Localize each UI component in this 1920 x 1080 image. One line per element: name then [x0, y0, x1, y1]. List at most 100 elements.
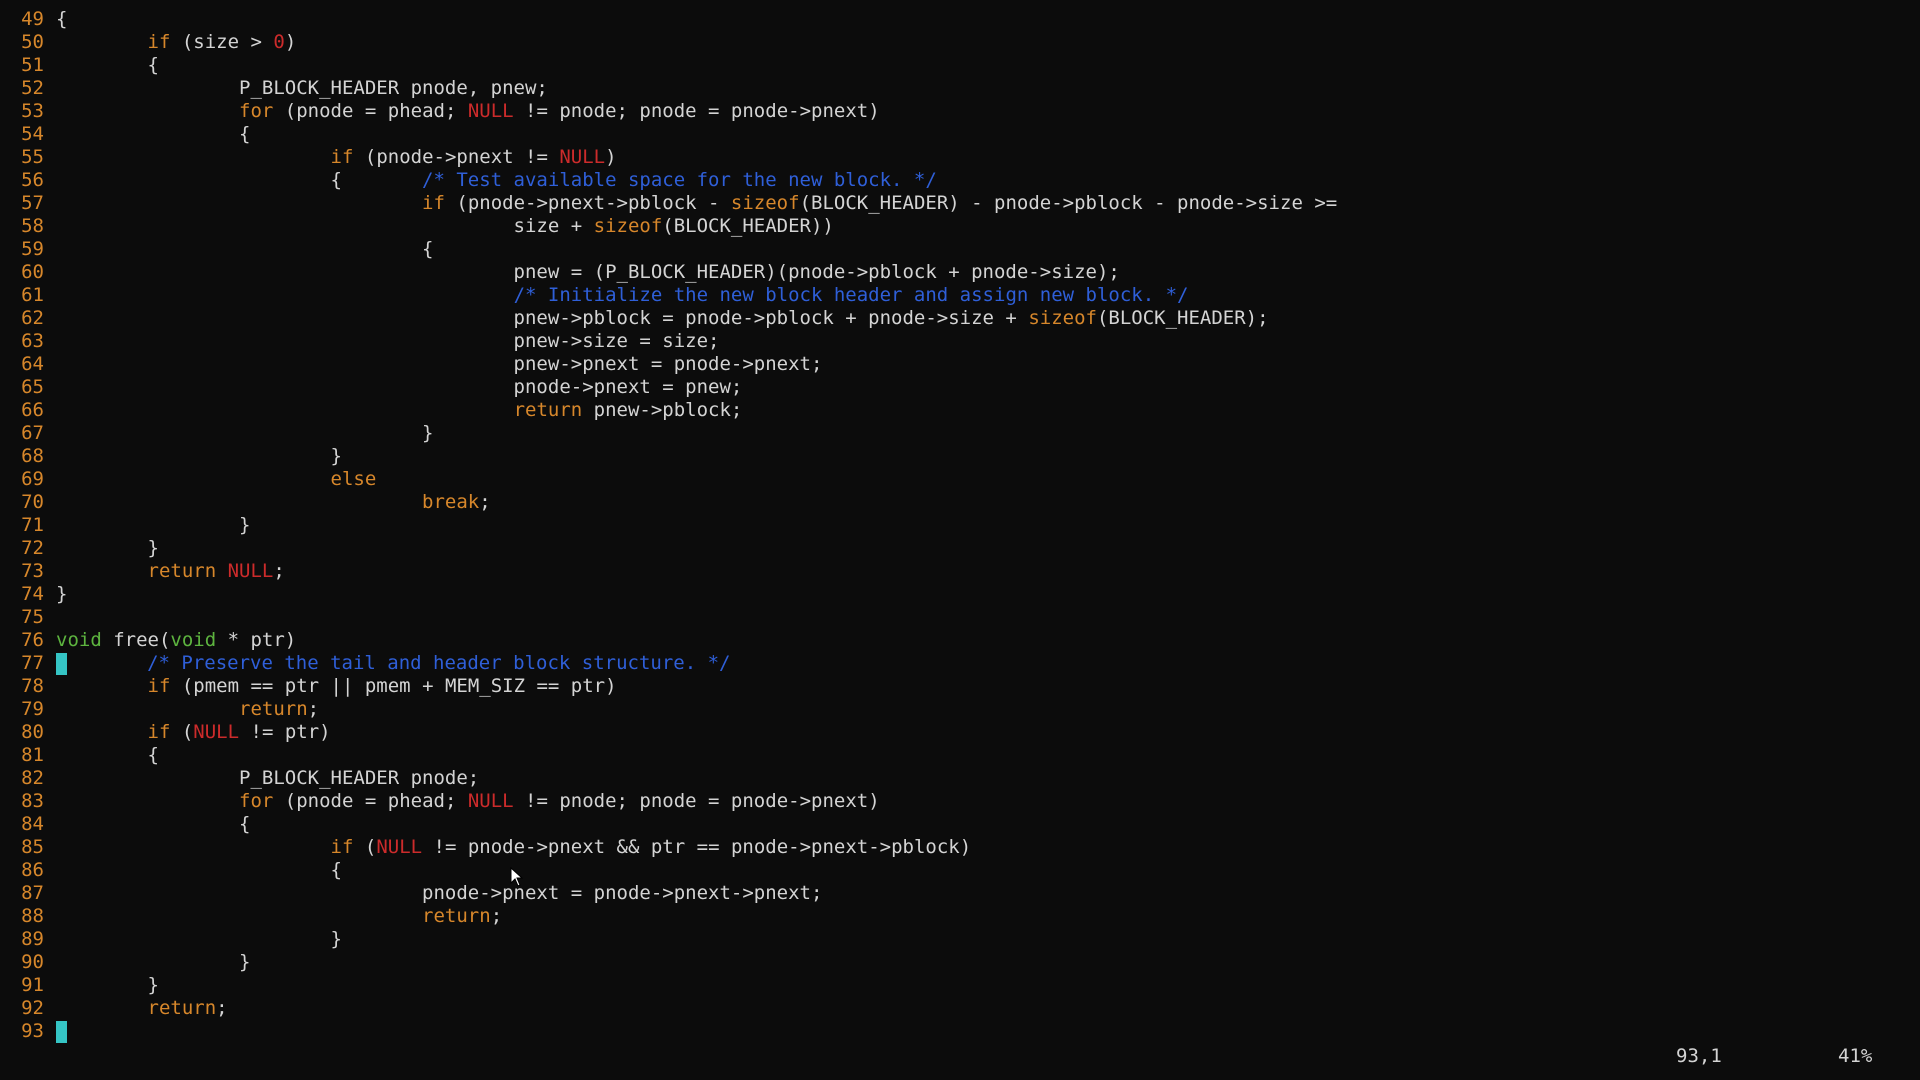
code-token: pnode->pnext = pnode->pnext->pnext; — [56, 882, 823, 904]
line-number: 74 — [21, 583, 44, 605]
code-token: ; — [307, 698, 320, 720]
code-line[interactable]: 75 — [0, 606, 1920, 629]
line-number: 88 — [21, 905, 44, 927]
code-token: NULL — [193, 721, 240, 743]
code-token: pnew->pblock = pnode->pblock + pnode->si… — [56, 307, 1029, 329]
code-line[interactable]: 62 pnew->pblock = pnode->pblock + pnode-… — [0, 307, 1920, 330]
code-line[interactable]: 83 for (pnode = phead; NULL != pnode; pn… — [0, 790, 1920, 813]
code-line[interactable]: 92 return; — [0, 997, 1920, 1020]
line-code: P_BLOCK_HEADER pnode, pnew; — [56, 77, 548, 100]
code-line[interactable]: 66 return pnew->pblock; — [0, 399, 1920, 422]
code-line[interactable]: 51 { — [0, 54, 1920, 77]
code-token: if — [147, 31, 171, 53]
code-line[interactable]: 65 pnode->pnext = pnew; — [0, 376, 1920, 399]
code-line[interactable]: 86 { — [0, 859, 1920, 882]
line-code: P_BLOCK_HEADER pnode; — [56, 767, 479, 790]
mouse-pointer-icon — [510, 867, 524, 887]
line-code: if (size > 0) — [56, 31, 297, 54]
code-line[interactable]: 60 pnew = (P_BLOCK_HEADER)(pnode->pblock… — [0, 261, 1920, 284]
code-line[interactable]: 59 { — [0, 238, 1920, 261]
code-line[interactable]: 58 size + sizeof(BLOCK_HEADER)) — [0, 215, 1920, 238]
code-line[interactable]: 57 if (pnode->pnext->pblock - sizeof(BLO… — [0, 192, 1920, 215]
code-line[interactable]: 73 return NULL; — [0, 560, 1920, 583]
code-token: ( — [353, 836, 377, 858]
code-line[interactable]: 54 { — [0, 123, 1920, 146]
code-editor[interactable]: 49{50 if (size > 0) 51 {52 P_BLOCK_HEADER… — [0, 8, 1920, 1043]
code-line[interactable]: 87 pnode->pnext = pnode->pnext->pnext; — [0, 882, 1920, 905]
code-line[interactable]: 85 if (NULL != pnode->pnext && ptr == pn… — [0, 836, 1920, 859]
code-token: != ptr) — [239, 721, 331, 743]
line-code: } — [56, 445, 342, 468]
code-line[interactable]: 68 } — [0, 445, 1920, 468]
code-line[interactable]: 82 P_BLOCK_HEADER pnode; — [0, 767, 1920, 790]
code-line[interactable]: 63 pnew->size = size; — [0, 330, 1920, 353]
code-line[interactable]: 70 break; — [0, 491, 1920, 514]
code-line[interactable]: 81 { — [0, 744, 1920, 767]
code-line[interactable]: 90 } — [0, 951, 1920, 974]
line-code: { /* Test available space for the new bl… — [56, 169, 937, 192]
line-code: /* Initialize the new block header and a… — [56, 284, 1189, 307]
code-token: free( — [101, 629, 171, 651]
code-token: for — [239, 790, 274, 812]
code-token: P_BLOCK_HEADER pnode, pnew; — [56, 77, 548, 99]
code-line[interactable]: 50 if (size > 0) — [0, 31, 1920, 54]
code-line[interactable]: 89 } — [0, 928, 1920, 951]
line-number: 90 — [21, 951, 44, 973]
line-code: } — [56, 928, 342, 951]
code-token: if — [330, 146, 354, 168]
code-line[interactable]: 56 { /* Test available space for the new… — [0, 169, 1920, 192]
code-line[interactable]: 76 void free(void * ptr) — [0, 629, 1920, 652]
code-line[interactable]: 55 if (pnode->pnext != NULL) — [0, 146, 1920, 169]
code-line[interactable]: 61 /* Initialize the new block header an… — [0, 284, 1920, 307]
code-line[interactable]: 71 } — [0, 514, 1920, 537]
code-token: (BLOCK_HEADER)) — [662, 215, 834, 237]
code-line[interactable]: 93 — [0, 1020, 1920, 1043]
code-token: P_BLOCK_HEADER pnode; — [56, 767, 480, 789]
code-line[interactable]: 91 } — [0, 974, 1920, 997]
code-line[interactable]: 49 { — [0, 8, 1920, 31]
code-token: void — [56, 629, 102, 651]
line-number: 57 — [21, 192, 44, 214]
code-token: sizeof — [593, 215, 663, 237]
code-token: } — [56, 422, 434, 444]
code-line[interactable]: 78 if (pmem == ptr || pmem + MEM_SIZ == … — [0, 675, 1920, 698]
line-code: return NULL; — [56, 560, 285, 583]
line-number: 71 — [21, 514, 44, 536]
line-code: { — [56, 813, 250, 836]
line-number: 54 — [21, 123, 44, 145]
code-line[interactable]: 84 { — [0, 813, 1920, 836]
code-line[interactable]: 77 /* Preserve the tail and header block… — [0, 652, 1920, 675]
code-line[interactable]: 53 for (pnode = phead; NULL != pnode; pn… — [0, 100, 1920, 123]
code-line[interactable]: 69 else — [0, 468, 1920, 491]
code-token: ; — [216, 997, 228, 1019]
code-line[interactable]: 72 } — [0, 537, 1920, 560]
line-code — [56, 1020, 67, 1043]
code-line[interactable]: 67 } — [0, 422, 1920, 445]
code-token: /* Preserve the tail and header block st… — [147, 652, 731, 674]
code-line[interactable]: 74} — [0, 583, 1920, 606]
code-line[interactable]: 52 P_BLOCK_HEADER pnode, pnew; — [0, 77, 1920, 100]
line-number: 56 — [21, 169, 44, 191]
code-line[interactable]: 88 return; — [0, 905, 1920, 928]
line-code: { — [56, 238, 433, 261]
code-line[interactable]: 79 return; — [0, 698, 1920, 721]
code-token: != pnode->pnext && ptr == pnode->pnext->… — [422, 836, 972, 858]
code-line[interactable]: 80 if (NULL != ptr) — [0, 721, 1920, 744]
line-number: 81 — [21, 744, 44, 766]
code-line[interactable]: 64 pnew->pnext = pnode->pnext; — [0, 353, 1920, 376]
code-token: NULL — [376, 836, 423, 858]
code-token: if — [330, 836, 354, 858]
line-number: 59 — [21, 238, 44, 260]
code-token: (pnode->pnext != — [353, 146, 560, 168]
